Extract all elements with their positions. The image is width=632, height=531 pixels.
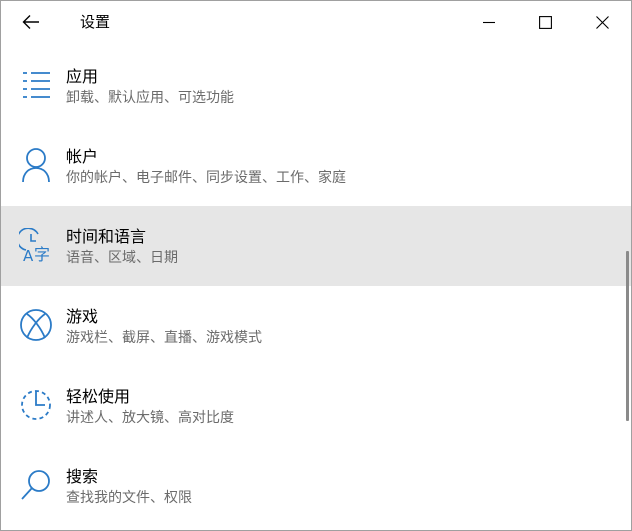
maximize-icon <box>538 15 552 29</box>
settings-item-accounts[interactable]: 帐户 你的帐户、电子邮件、同步设置、工作、家庭 <box>1 126 631 206</box>
back-arrow-icon <box>22 15 39 29</box>
settings-item-description: 你的帐户、电子邮件、同步设置、工作、家庭 <box>66 170 346 186</box>
settings-item-description: 游戏栏、截屏、直播、游戏模式 <box>66 330 262 346</box>
settings-item-description: 语音、区域、日期 <box>66 250 178 266</box>
settings-item-description: 查找我的文件、权限 <box>66 490 192 506</box>
minimize-icon <box>483 21 495 24</box>
time-language-icon: A 字 <box>16 225 56 265</box>
settings-item-description: 卸载、默认应用、可选功能 <box>66 90 234 106</box>
settings-item-ease-of-access[interactable]: 轻松使用 讲述人、放大镜、高对比度 <box>1 366 631 446</box>
back-button[interactable] <box>11 7 51 37</box>
close-button[interactable] <box>574 1 630 43</box>
window-title: 设置 <box>80 13 111 31</box>
settings-list: 应用 卸载、默认应用、可选功能 帐户 你的帐户、电子邮件、同步设置、工作、家庭 <box>1 46 631 526</box>
close-icon <box>595 15 609 29</box>
settings-window: 设置 应用 卸载、默认应用、可选功能 帐户 你的帐户、电子邮件、同步设置、工作、… <box>0 0 632 531</box>
person-icon <box>16 145 56 185</box>
minimize-button[interactable] <box>461 1 517 43</box>
settings-item-time-language[interactable]: A 字 时间和语言 语音、区域、日期 <box>1 206 631 286</box>
settings-item-title: 时间和语言 <box>66 227 147 246</box>
search-icon <box>16 465 56 505</box>
settings-item-title: 应用 <box>66 67 99 86</box>
settings-item-search[interactable]: 搜索 查找我的文件、权限 <box>1 446 631 526</box>
xbox-icon <box>16 305 56 345</box>
ease-of-access-icon <box>16 385 56 425</box>
settings-item-title: 轻松使用 <box>66 387 131 406</box>
settings-item-apps[interactable]: 应用 卸载、默认应用、可选功能 <box>1 46 631 126</box>
settings-item-title: 帐户 <box>66 147 99 166</box>
settings-item-gaming[interactable]: 游戏 游戏栏、截屏、直播、游戏模式 <box>1 286 631 366</box>
settings-item-description: 讲述人、放大镜、高对比度 <box>66 410 234 426</box>
settings-item-title: 游戏 <box>66 307 99 326</box>
list-icon <box>16 65 56 105</box>
title-bar: 设置 <box>1 1 631 43</box>
svg-text:A: A <box>23 247 34 262</box>
vertical-scrollbar[interactable] <box>626 251 629 421</box>
maximize-button[interactable] <box>517 1 573 43</box>
settings-item-title: 搜索 <box>66 467 99 486</box>
svg-text:字: 字 <box>34 245 50 262</box>
